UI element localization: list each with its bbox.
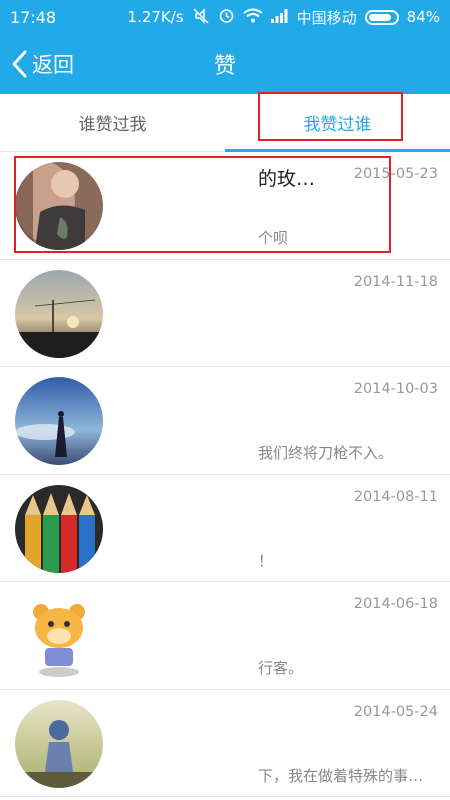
masked-nickname [112,582,257,688]
list-item[interactable]: 2014-10-03 我们终将刀枪不入。 [0,367,450,475]
item-date: 2014-10-03 [353,381,438,397]
tab-who-i-liked[interactable]: 我赞过谁 [225,94,450,152]
signal-icon [270,8,289,26]
masked-nickname [112,367,257,473]
avatar[interactable] [15,269,103,358]
tab-who-liked-me[interactable]: 谁赞过我 [0,94,225,151]
avatar[interactable] [15,699,103,788]
item-title: 的玫… [258,168,316,190]
alarm-icon [218,7,235,27]
nav-bar: 返回 赞 [0,34,450,94]
list-item[interactable]: 2014-11-18 [0,259,450,367]
masked-nickname [112,474,257,581]
masked-nickname [112,259,257,366]
battery-icon [364,9,399,25]
item-date: 2014-11-18 [353,273,438,290]
item-date: 2015-05-23 [353,166,438,182]
tab-bar: 谁赞过我 我赞过谁 [0,94,450,152]
status-bar: 17:48 1.27K/s 中国移动 84% [0,0,450,34]
wifi-icon [243,8,263,26]
item-date: 2014-06-18 [353,596,438,612]
network-speed: 1.27K/s [127,8,184,26]
item-snippet: ！ [258,551,274,570]
avatar[interactable] [15,162,103,250]
item-snippet: 我们终将刀枪不入。 [258,444,394,462]
battery-percent: 84% [406,8,440,26]
list-item[interactable]: 2014-08-11 ！ [0,474,450,582]
liked-list: 的玫… 2015-05-23 个呗 2014-11-18 2014-10-03 … [0,152,450,797]
avatar[interactable] [15,377,103,465]
masked-nickname [112,152,257,258]
carrier-name: 中国移动 [296,8,357,27]
item-date: 2014-05-24 [353,703,438,720]
list-item[interactable]: 2014-05-24 下，我在做着特殊的事… [0,689,450,797]
back-label: 返回 [32,53,74,77]
avatar[interactable] [15,484,103,573]
avatar[interactable] [15,592,103,680]
item-snippet: 个呗 [258,229,289,247]
status-time: 17:48 [10,7,57,27]
back-button[interactable]: 返回 [10,34,74,94]
chevron-left-icon [12,50,27,78]
item-snippet: 行客。 [258,659,304,677]
item-snippet: 下，我在做着特殊的事… [258,766,424,785]
list-item[interactable]: 的玫… 2015-05-23 个呗 [0,152,450,260]
masked-nickname [112,689,257,796]
mute-icon [192,7,210,27]
list-item[interactable]: 2014-06-18 行客。 [0,582,450,690]
item-date: 2014-08-11 [353,488,438,505]
